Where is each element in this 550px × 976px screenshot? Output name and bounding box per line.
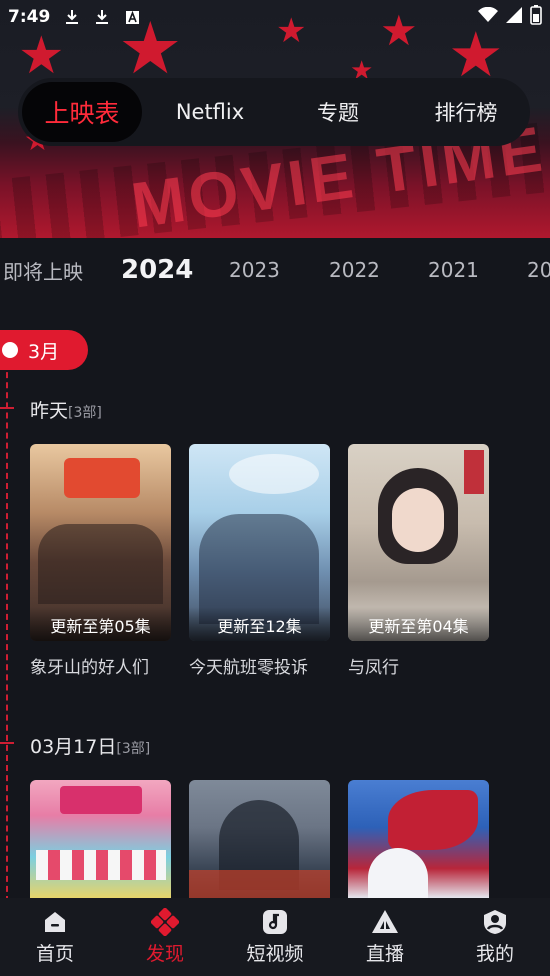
live-icon bbox=[371, 908, 399, 936]
poster-image[interactable] bbox=[30, 780, 171, 898]
poster-image[interactable] bbox=[189, 780, 330, 898]
group-title: 昨天[3部] bbox=[30, 396, 102, 423]
month-label: 3月 bbox=[28, 340, 60, 363]
episode-badge: 更新至12集 bbox=[189, 607, 330, 641]
tab-netflix[interactable]: Netflix bbox=[150, 82, 270, 142]
star-icon: ★ bbox=[18, 26, 65, 86]
nav-discover-label: 发现 bbox=[145, 943, 184, 965]
app-notification-icon bbox=[124, 8, 140, 26]
nav-discover[interactable]: 发现 bbox=[110, 908, 220, 966]
nav-profile-label: 我的 bbox=[475, 943, 514, 965]
show-title[interactable]: 今天航班零投诉 bbox=[189, 653, 330, 678]
poster-image[interactable]: 更新至第04集 bbox=[348, 444, 489, 641]
tab-schedule[interactable]: 上映表 bbox=[22, 82, 142, 142]
show-card[interactable]: 更新至第04集 与凤行 bbox=[348, 444, 489, 678]
signal-icon bbox=[506, 6, 522, 28]
show-card[interactable] bbox=[189, 780, 330, 898]
nav-home[interactable]: 首页 bbox=[0, 908, 110, 966]
nav-live-label: 直播 bbox=[365, 943, 404, 965]
bottom-navigation: 首页 发现 短视频 直播 我的 bbox=[0, 898, 550, 976]
nav-profile[interactable]: 我的 bbox=[440, 908, 550, 966]
year-filter: 即将上映 2024 2023 2022 2021 20 bbox=[0, 248, 550, 292]
show-card[interactable]: 更新至12集 今天航班零投诉 bbox=[189, 444, 330, 678]
nav-live[interactable]: 直播 bbox=[330, 908, 440, 966]
discover-icon bbox=[151, 908, 179, 936]
tab-rankings[interactable]: 排行榜 bbox=[406, 82, 526, 142]
year-2021[interactable]: 2021 bbox=[428, 258, 527, 282]
top-tab-bar: 上映表 Netflix 专题 排行榜 bbox=[18, 78, 530, 146]
poster-image[interactable]: 更新至12集 bbox=[189, 444, 330, 641]
group-title: 03月17日[3部] bbox=[30, 732, 150, 759]
show-title[interactable]: 与凤行 bbox=[348, 653, 489, 678]
short-video-icon bbox=[261, 908, 289, 936]
month-dot bbox=[2, 342, 18, 358]
group-tick bbox=[0, 742, 14, 744]
group-count: [3部] bbox=[116, 741, 151, 757]
year-2022[interactable]: 2022 bbox=[329, 258, 428, 282]
timeline-line bbox=[6, 352, 8, 902]
nav-home-label: 首页 bbox=[35, 943, 74, 965]
group-date: 03月17日 bbox=[30, 736, 117, 758]
episode-badge: 更新至第04集 bbox=[348, 607, 489, 641]
year-2023[interactable]: 2023 bbox=[229, 258, 329, 282]
nav-short-video-label: 短视频 bbox=[246, 943, 304, 965]
show-card[interactable] bbox=[30, 780, 171, 898]
battery-icon bbox=[530, 4, 542, 30]
month-marker: 3月 bbox=[0, 330, 88, 370]
status-bar: 7:49 bbox=[0, 0, 550, 34]
year-upcoming[interactable]: 即将上映 bbox=[3, 256, 121, 285]
download-icon bbox=[94, 8, 110, 26]
group-date: 昨天 bbox=[30, 400, 69, 422]
show-title[interactable]: 象牙山的好人们 bbox=[30, 653, 171, 678]
tab-topics[interactable]: 专题 bbox=[278, 82, 398, 142]
episode-badge: 更新至第05集 bbox=[30, 607, 171, 641]
group-count: [3部] bbox=[68, 405, 102, 421]
group-tick bbox=[0, 407, 14, 409]
wifi-icon bbox=[478, 6, 498, 28]
status-time: 7:49 bbox=[8, 7, 51, 27]
poster-image[interactable]: 更新至第05集 bbox=[30, 444, 171, 641]
show-card[interactable]: 更新至第05集 象牙山的好人们 bbox=[30, 444, 171, 678]
download-icon bbox=[64, 8, 80, 26]
show-card[interactable] bbox=[348, 780, 489, 898]
year-2024[interactable]: 2024 bbox=[121, 255, 229, 285]
profile-icon bbox=[481, 908, 509, 936]
year-2020[interactable]: 20 bbox=[527, 258, 550, 282]
nav-short-video[interactable]: 短视频 bbox=[220, 908, 330, 966]
home-icon bbox=[41, 908, 69, 936]
poster-image[interactable] bbox=[348, 780, 489, 898]
